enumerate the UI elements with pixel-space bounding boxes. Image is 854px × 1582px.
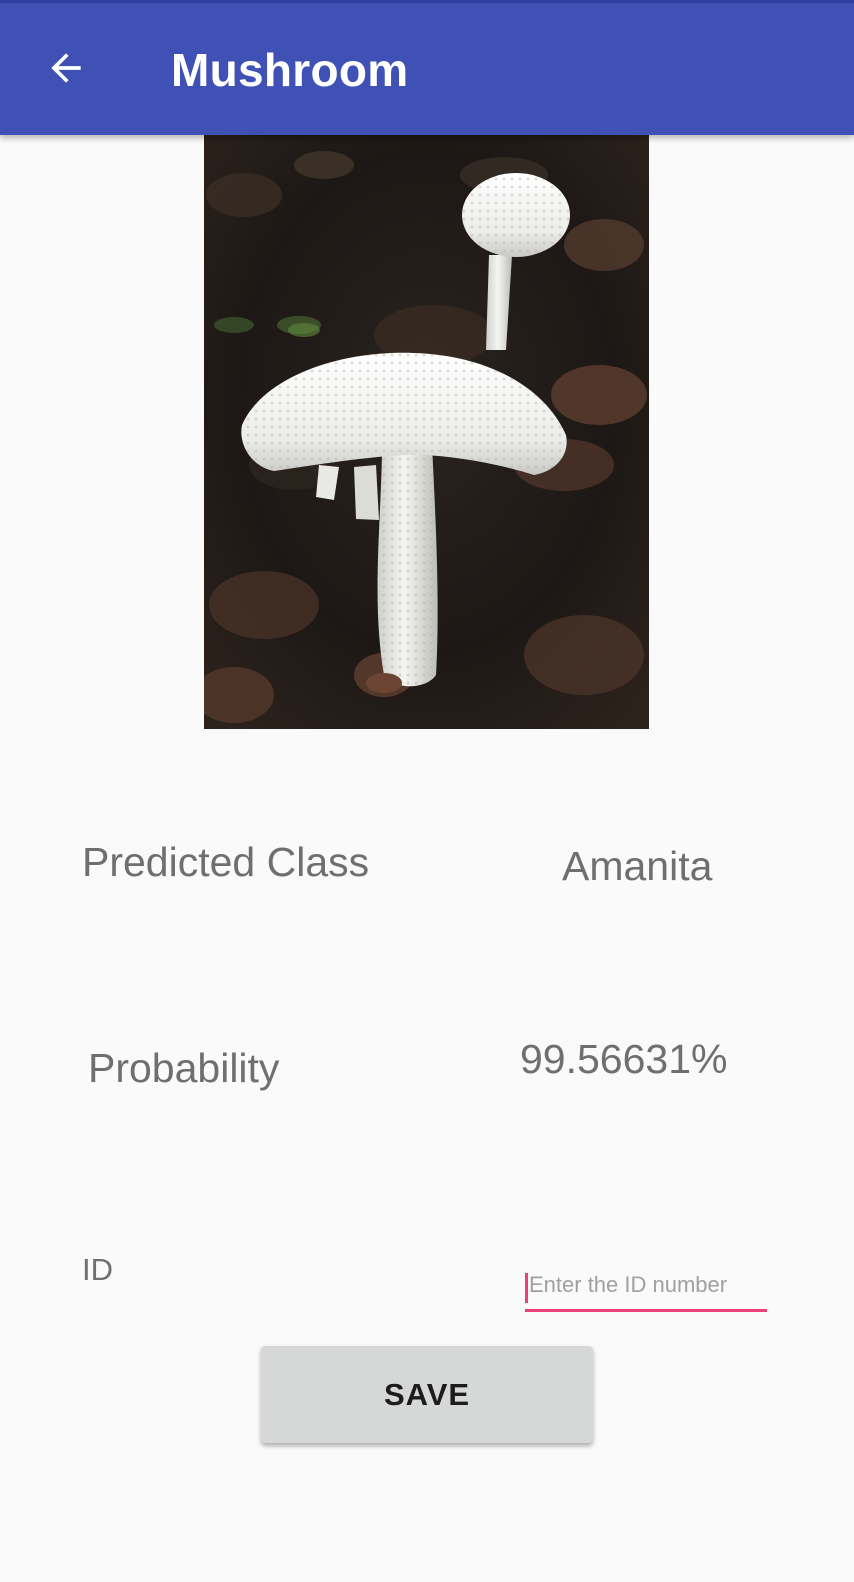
predicted-class-label: Predicted Class	[82, 839, 370, 885]
id-label: ID	[82, 1252, 113, 1287]
mushroom-photo	[204, 135, 649, 729]
arrow-left-icon	[51, 53, 81, 83]
probability-value: 99.56631%	[520, 1036, 728, 1082]
status-strip	[0, 0, 854, 3]
save-button[interactable]: SAVE	[261, 1346, 593, 1443]
probability-label: Probability	[88, 1045, 280, 1091]
page-title: Mushroom	[171, 44, 409, 96]
app-bar: Mushroom	[0, 0, 854, 135]
back-button[interactable]	[30, 32, 102, 104]
predicted-class-value: Amanita	[562, 843, 713, 889]
id-input[interactable]	[525, 1266, 767, 1312]
text-cursor	[525, 1273, 528, 1303]
